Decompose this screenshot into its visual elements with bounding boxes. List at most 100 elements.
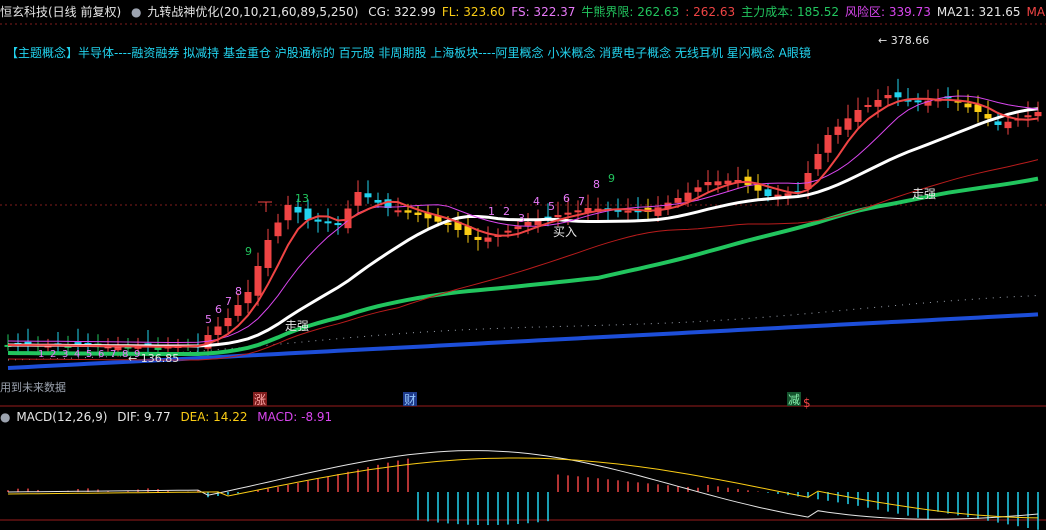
candle-body-89 <box>894 92 902 98</box>
nine-count-low-6: 7 <box>110 349 116 360</box>
candle-body-32 <box>324 221 332 224</box>
candle-body-35 <box>354 192 362 206</box>
nine-count-mid-1: 2 <box>503 205 510 218</box>
candle-body-26 <box>264 240 272 268</box>
candle-body-85 <box>854 110 862 122</box>
candle-body-41 <box>414 212 422 215</box>
candle-body-88 <box>884 95 892 99</box>
indicator-value-8: MA5: 313.96 <box>1026 5 1046 19</box>
indicator-value-0: CG: 322.99 <box>368 5 436 19</box>
low-price-label: ← 136.85 <box>128 352 179 365</box>
nine-count-mid-4: 5 <box>548 200 555 213</box>
candle-body-99 <box>994 121 1002 125</box>
kline-chart[interactable]: 56789131 234 56 78 91 2 3 4 5 6 7 8 9← 378.66← 136.8… <box>0 0 1046 530</box>
candle-body-29 <box>294 206 302 213</box>
nine-count-low-1: 2 <box>50 349 56 360</box>
candle-body-27 <box>274 222 282 237</box>
candle-body-87 <box>874 100 882 107</box>
indicator-value-6: 风险区: 339.73 <box>845 5 931 19</box>
line-green-ma60 <box>7 176 1039 356</box>
candle-body-103 <box>1034 112 1042 117</box>
candle-body-39 <box>394 210 402 213</box>
nine-count-mid-6: 7 <box>578 195 585 208</box>
candle-body-82 <box>824 135 832 153</box>
nine-count-mid-7: 8 <box>593 178 600 191</box>
macd-dea-line <box>7 457 1039 519</box>
nine-count-mid-0: 1 <box>488 205 495 218</box>
nine-count-mid-5: 6 <box>563 192 570 205</box>
candle-body-84 <box>844 118 852 130</box>
candle-body-48 <box>484 237 492 242</box>
candle-body-98 <box>984 114 992 119</box>
line-darkred <box>7 159 1039 361</box>
nine-count-up-3: 8 <box>235 285 242 298</box>
candle-body-36 <box>364 193 372 198</box>
nine-count-up-0: 5 <box>205 313 212 326</box>
candle-body-47 <box>474 236 482 240</box>
indicator-gear-icon[interactable]: ● <box>131 0 141 24</box>
macd-dif-line <box>7 450 1039 520</box>
chart-header: 恒玄科技(日线 前复权) ● 九转战神优化(20,10,21,60,89,5,2… <box>0 0 1046 24</box>
nine-count-up-5: 13 <box>295 192 309 205</box>
nine-count-low-3: 4 <box>74 349 80 360</box>
candle-body-65 <box>654 207 662 216</box>
candle-body-67 <box>674 198 682 203</box>
buy-signal-label: 买入 <box>553 225 577 239</box>
candle-body-50 <box>504 230 512 233</box>
candle-body-55 <box>554 215 562 218</box>
candle-body-96 <box>964 103 972 108</box>
strong-signal-label-1: 走强 <box>285 319 309 333</box>
candle-body-51 <box>514 226 522 230</box>
event-marker-2[interactable]: 减 <box>788 393 800 407</box>
nine-count-up-4: 9 <box>245 245 252 258</box>
candle-body-25 <box>254 266 262 296</box>
candle-body-28 <box>284 205 292 221</box>
candle-body-22 <box>224 318 232 327</box>
event-marker-3[interactable]: $ <box>803 396 811 410</box>
candle-body-81 <box>814 154 822 170</box>
candle-body-33 <box>334 223 342 226</box>
candle-body-86 <box>864 105 872 107</box>
indicator-value-5: 主力成本: 185.52 <box>741 5 839 19</box>
future-data-label: 用到未来数据 <box>0 381 66 394</box>
line-gray-dotted <box>7 295 1039 361</box>
nine-count-low-0: 1 <box>38 349 44 360</box>
nine-count-mid-3: 4 <box>533 195 540 208</box>
macd-dea: DEA: 14.22 <box>180 410 248 424</box>
nine-count-mid-2: 3 <box>518 212 525 225</box>
strong-signal-label-2: 走强 <box>912 187 936 201</box>
indicator-value-2: FS: 322.37 <box>511 5 576 19</box>
event-marker-0[interactable]: 涨 <box>254 392 266 407</box>
indicator-value-1: FL: 323.60 <box>441 5 506 19</box>
macd-label: MACD(12,26,9) <box>16 410 108 424</box>
candle-body-37 <box>374 199 382 203</box>
macd-dif: DIF: 9.77 <box>117 410 171 424</box>
nine-count-up-1: 6 <box>215 303 222 316</box>
candle-body-21 <box>214 326 222 335</box>
candle-body-23 <box>234 305 242 316</box>
candle-body-102 <box>1024 115 1032 118</box>
nine-count-up-2: 7 <box>225 295 232 308</box>
candle-body-40 <box>404 210 412 213</box>
macd-header: ● MACD(12,26,9) DIF: 9.77 DEA: 14.22 MAC… <box>0 408 338 426</box>
indicator-name: 九转战神优化(20,10,21,60,89,5,250) <box>147 5 359 19</box>
candle-body-100 <box>1004 121 1012 129</box>
nine-count-low-4: 5 <box>86 349 92 360</box>
nine-count-mid-8: 9 <box>608 172 615 185</box>
concept-bar: 【主题概念】半导体----融资融券 拟减持 基金重仓 沪股通标的 百元股 非周期… <box>6 46 811 60</box>
candle-body-62 <box>624 210 632 213</box>
candle-body-76 <box>764 189 772 196</box>
candle-body-83 <box>834 126 842 135</box>
indicator-value-4: : 262.63 <box>685 5 736 19</box>
indicator-value-7: MA21: 321.65 <box>936 5 1021 19</box>
candle-body-24 <box>244 292 252 304</box>
candle-body-56 <box>564 212 572 215</box>
candle-body-70 <box>704 182 712 186</box>
macd-gear-icon[interactable]: ● <box>0 408 10 426</box>
nine-count-low-2: 3 <box>62 349 68 360</box>
candle-body-31 <box>314 219 322 222</box>
candle-body-91 <box>914 100 922 103</box>
event-marker-1[interactable]: 财 <box>404 393 416 407</box>
line-white-ma21 <box>7 107 1039 348</box>
stock-title[interactable]: 恒玄科技(日线 前复权) <box>0 0 121 24</box>
